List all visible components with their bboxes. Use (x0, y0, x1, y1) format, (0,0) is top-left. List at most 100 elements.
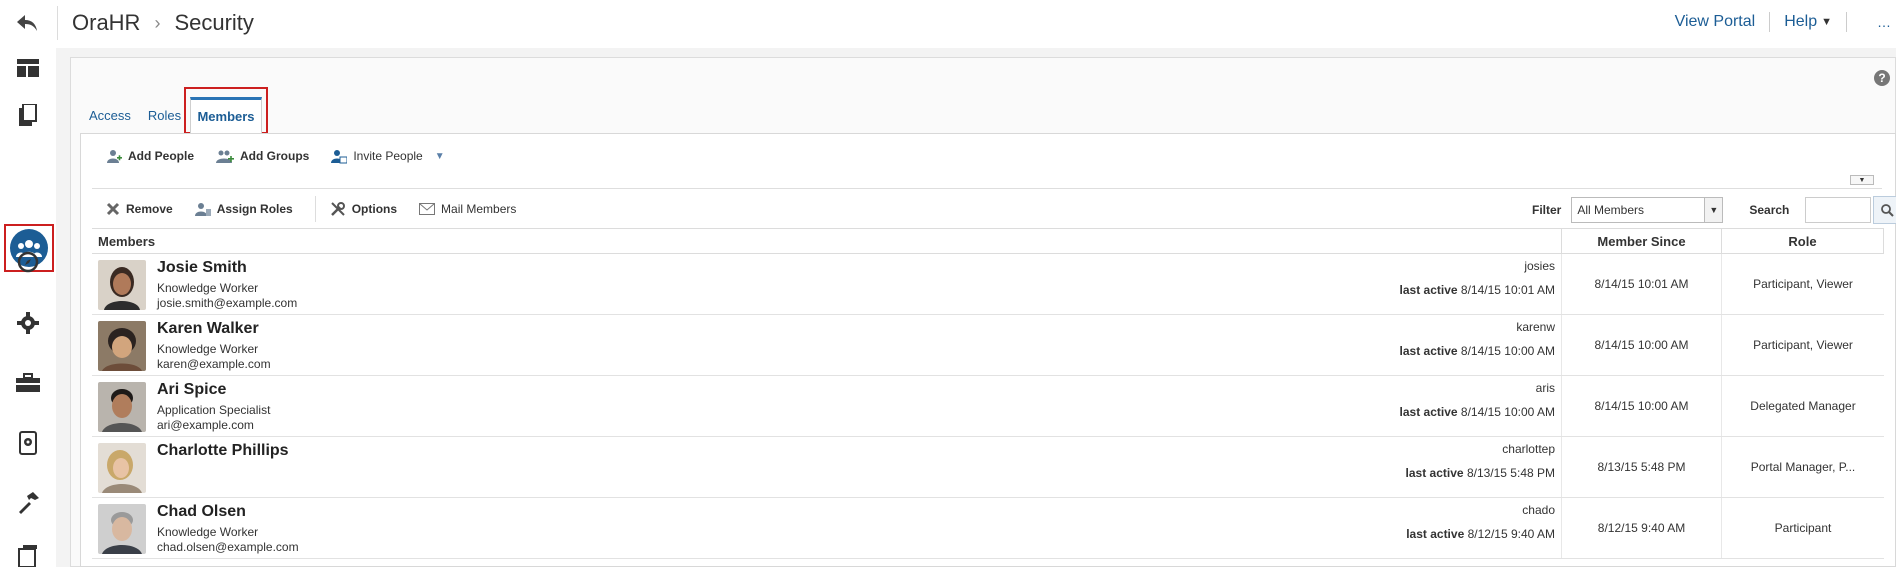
rail-tools[interactable] (0, 363, 56, 403)
role-cell[interactable]: Participant, Viewer (1722, 254, 1884, 314)
member-username: karenw (1516, 320, 1555, 334)
avatar[interactable] (98, 321, 146, 371)
header-actions-divider-2 (1846, 12, 1847, 32)
tab-roles[interactable]: Roles (148, 100, 181, 129)
role-cell[interactable]: Participant (1722, 498, 1884, 558)
avatar[interactable] (98, 443, 146, 493)
collapse-toolbar-button[interactable]: ▼ (1850, 175, 1874, 185)
member-title: Application Specialist (157, 403, 271, 417)
role-cell[interactable]: Portal Manager, P... (1722, 437, 1884, 497)
back-button[interactable] (10, 8, 44, 38)
caret-down-icon: ▼ (434, 150, 445, 162)
view-portal-link[interactable]: View Portal (1675, 13, 1756, 31)
member-since-cell: 8/14/15 10:00 AM (1562, 315, 1722, 375)
avatar[interactable] (98, 382, 146, 432)
member-cell: Ari Spice Application Specialist ari@exa… (92, 376, 1562, 436)
member-cell: Josie Smith Knowledge Worker josie.smith… (92, 254, 1562, 314)
table-row[interactable]: Charlotte Phillips charlottep last activ… (92, 437, 1884, 498)
member-name[interactable]: Charlotte Phillips (157, 442, 289, 460)
rail-explore[interactable] (0, 242, 56, 282)
member-cell: Karen Walker Knowledge Worker karen@exam… (92, 315, 1562, 375)
member-name[interactable]: Karen Walker (157, 320, 259, 338)
toolbar-separator (314, 196, 316, 222)
breadcrumb-app-name[interactable]: OraHR (72, 10, 140, 36)
add-groups-button[interactable]: Add Groups (216, 148, 309, 164)
last-active-value: 8/14/15 10:01 AM (1460, 283, 1555, 297)
left-rail (0, 48, 56, 567)
search-input[interactable] (1805, 197, 1872, 223)
last-active-label: last active (1405, 466, 1464, 480)
member-last-active: last active 8/14/15 10:00 AM (1400, 405, 1555, 419)
member-title: Knowledge Worker (157, 281, 259, 295)
assign-roles-label: Assign Roles (216, 202, 293, 216)
security-tabs: Access Roles (89, 100, 198, 129)
table-row[interactable]: Karen Walker Knowledge Worker karen@exam… (92, 315, 1884, 376)
members-toolbar: Remove Assign Roles Options Mail Members (106, 196, 538, 222)
header-divider (57, 6, 58, 40)
options-button[interactable]: Options (330, 201, 397, 217)
tab-members[interactable]: Members (190, 97, 262, 133)
avatar[interactable] (98, 504, 146, 554)
toolbar-divider (92, 188, 1882, 189)
member-name[interactable]: Josie Smith (157, 259, 247, 277)
rail-assets[interactable] (0, 543, 56, 567)
member-email: josie.smith@example.com (157, 296, 298, 310)
rail-build[interactable] (0, 483, 56, 523)
more-icon[interactable]: … (1877, 14, 1892, 30)
add-toolbar: Add People Add Groups Invite People ▼ (106, 148, 467, 164)
layout-icon (17, 59, 39, 77)
member-name[interactable]: Chad Olsen (157, 503, 246, 521)
last-active-label: last active (1406, 527, 1465, 541)
filter-label: Filter (1532, 203, 1562, 217)
rail-device[interactable] (0, 423, 56, 463)
tools-icon (330, 202, 345, 216)
filter-select[interactable]: All Members ▼ (1571, 197, 1724, 223)
filter-selected-value: All Members (1577, 203, 1645, 217)
chevron-right-icon: › (154, 12, 161, 33)
pages-icon (19, 104, 37, 126)
breadcrumb: OraHR › Security (72, 10, 254, 36)
select-arrow-icon[interactable]: ▼ (1704, 198, 1723, 222)
column-header-members[interactable]: Members (92, 229, 1562, 253)
device-settings-icon (19, 431, 37, 455)
column-header-member-since[interactable]: Member Since (1562, 229, 1722, 253)
table-header: Members Member Since Role (92, 228, 1884, 254)
help-question-icon[interactable]: ? (1874, 70, 1890, 86)
member-email: chad.olsen@example.com (157, 540, 299, 554)
add-people-button[interactable]: Add People (106, 148, 194, 164)
rail-pages[interactable] (0, 95, 56, 135)
top-header: OraHR › Security View Portal Help ▼ … (0, 0, 1896, 48)
member-since-cell: 8/14/15 10:00 AM (1562, 376, 1722, 436)
caret-down-icon: ▼ (1821, 16, 1832, 28)
last-active-label: last active (1399, 344, 1458, 358)
column-header-role[interactable]: Role (1722, 229, 1884, 253)
search-button[interactable] (1873, 196, 1896, 224)
role-cell[interactable]: Participant, Viewer (1722, 315, 1884, 375)
avatar[interactable] (98, 260, 146, 310)
invite-people-label: Invite People (353, 149, 423, 163)
last-active-value: 8/14/15 10:00 AM (1460, 344, 1555, 358)
hammer-icon (19, 492, 39, 514)
assign-roles-button[interactable]: Assign Roles (194, 201, 293, 217)
member-name[interactable]: Ari Spice (157, 381, 226, 399)
options-label: Options (351, 202, 398, 216)
compass-icon (17, 251, 39, 273)
table-row[interactable]: Ari Spice Application Specialist ari@exa… (92, 376, 1884, 437)
help-menu[interactable]: Help ▼ (1784, 13, 1832, 31)
rail-settings[interactable] (0, 303, 56, 343)
mail-members-label: Mail Members (441, 202, 517, 216)
last-active-label: last active (1399, 283, 1458, 297)
table-row[interactable]: Josie Smith Knowledge Worker josie.smith… (92, 254, 1884, 315)
remove-button[interactable]: Remove (106, 202, 173, 216)
settings-gear-icon (17, 312, 39, 334)
mail-members-button[interactable]: Mail Members (419, 202, 516, 216)
role-cell[interactable]: Delegated Manager (1722, 376, 1884, 436)
rail-layout[interactable] (0, 48, 56, 88)
members-table: Members Member Since Role Josie Smith Kn… (92, 228, 1884, 559)
member-title: Knowledge Worker (157, 342, 259, 356)
member-last-active: last active 8/14/15 10:00 AM (1400, 344, 1555, 358)
table-row[interactable]: Chad Olsen Knowledge Worker chad.olsen@e… (92, 498, 1884, 559)
tab-access[interactable]: Access (89, 100, 131, 129)
invite-people-button[interactable]: Invite People ▼ (331, 148, 445, 164)
member-since-cell: 8/12/15 9:40 AM (1562, 498, 1722, 558)
